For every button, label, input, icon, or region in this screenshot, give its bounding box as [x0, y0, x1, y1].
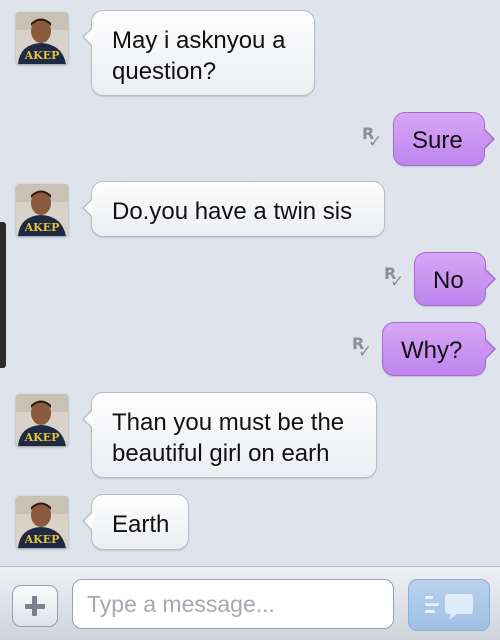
- message-bubble-incoming[interactable]: May i asknyou a question?: [82, 10, 315, 96]
- contact-avatar[interactable]: AKEP: [16, 394, 68, 446]
- contact-avatar[interactable]: AKEP: [16, 12, 68, 64]
- message-bubble-incoming[interactable]: Earth: [82, 494, 189, 550]
- read-receipt-icon: R ✓: [352, 334, 373, 362]
- conversation-view[interactable]: AKEP May i asknyou a question? R ✓ Sure A…: [0, 0, 500, 566]
- message-bubble-incoming[interactable]: Than you must be the beautiful girl on e…: [82, 392, 377, 478]
- message-bubble-outgoing[interactable]: Why?: [382, 322, 496, 376]
- contact-photo-icon: AKEP: [16, 496, 68, 548]
- message-bubble-outgoing[interactable]: Sure: [393, 112, 495, 166]
- add-attachment-button[interactable]: [12, 585, 58, 627]
- message-input[interactable]: [72, 579, 394, 629]
- contact-avatar[interactable]: AKEP: [16, 496, 68, 548]
- read-receipt-icon: R ✓: [384, 264, 405, 292]
- contact-avatar[interactable]: AKEP: [16, 184, 68, 236]
- svg-text:AKEP: AKEP: [24, 221, 60, 234]
- svg-text:AKEP: AKEP: [24, 431, 60, 444]
- message-bubble-incoming[interactable]: Do.you have a twin sis: [82, 181, 385, 237]
- send-button[interactable]: [408, 579, 490, 631]
- send-bubble-icon: [425, 594, 473, 620]
- scroll-indicator: [0, 222, 6, 368]
- svg-text:AKEP: AKEP: [24, 533, 60, 546]
- svg-text:AKEP: AKEP: [24, 49, 60, 62]
- read-receipt-icon: R ✓: [362, 124, 383, 152]
- contact-photo-icon: AKEP: [16, 12, 68, 64]
- message-bubble-outgoing[interactable]: No: [414, 252, 496, 306]
- contact-photo-icon: AKEP: [16, 394, 68, 446]
- composer-bar: [0, 566, 500, 640]
- contact-photo-icon: AKEP: [16, 184, 68, 236]
